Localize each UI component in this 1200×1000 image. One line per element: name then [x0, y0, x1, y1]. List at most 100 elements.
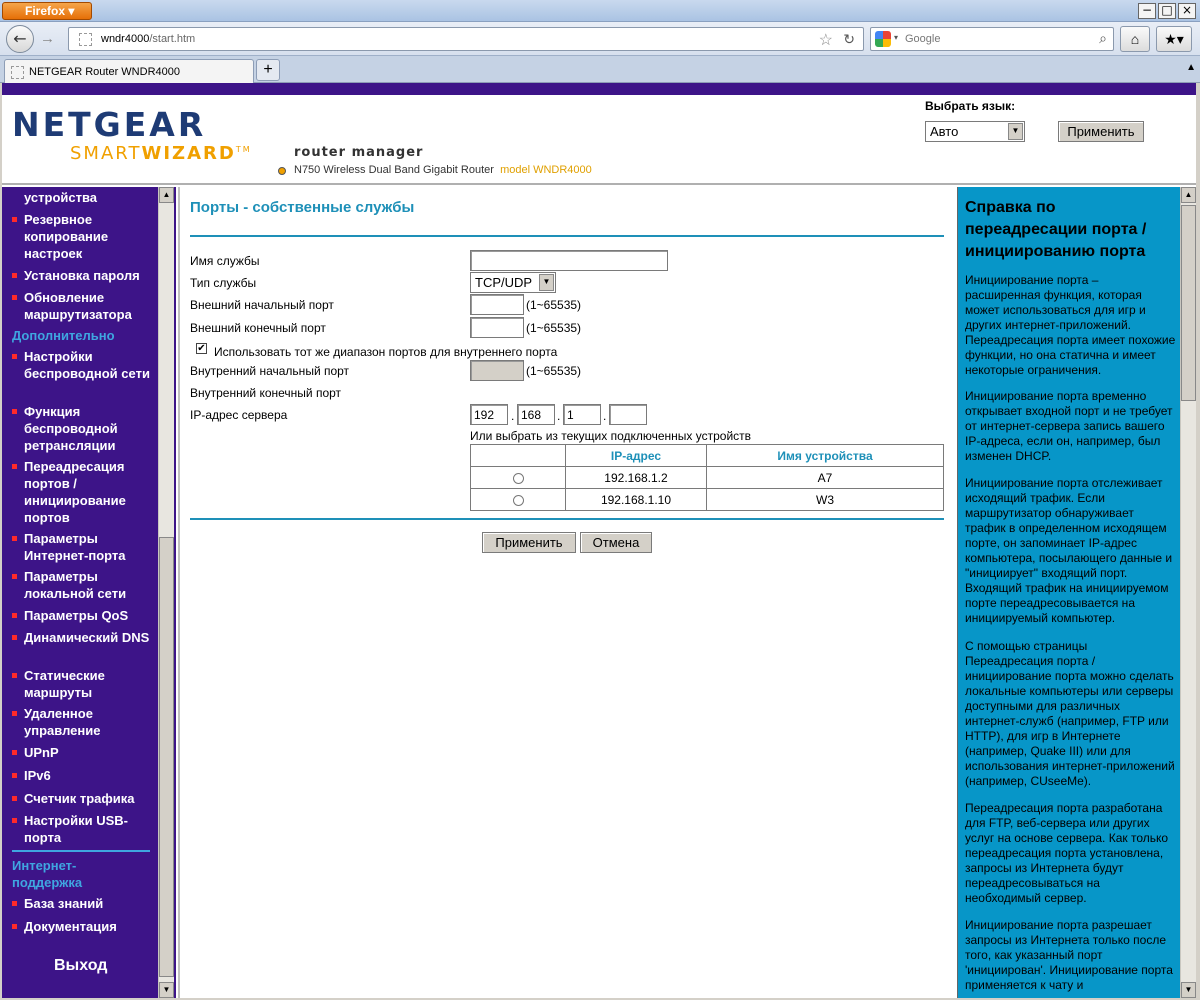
bullet-icon	[12, 574, 17, 579]
new-tab-button[interactable]: +	[256, 59, 280, 81]
sidebar-item-advanced-4[interactable]: Параметры локальной сети	[12, 568, 152, 602]
bullet-icon	[12, 354, 17, 359]
maximize-button[interactable]: □	[1158, 3, 1176, 19]
url-bar[interactable]: wndr4000/start.htm ☆ ↻	[68, 27, 864, 51]
logout-button[interactable]: Выход	[54, 957, 107, 975]
browser-window: Firefox ▾ − □ × ← → wndr4000/start.htm ☆…	[0, 0, 1200, 1000]
site-identity-icon[interactable]	[79, 33, 92, 46]
sidebar-item-1[interactable]: Резервное копирование настроек	[12, 211, 152, 262]
main-form: Порты - собственные службы Имя службы Ти…	[178, 187, 955, 998]
bullet-icon	[12, 773, 17, 778]
int-start-port-label: Внутренний начальный порт	[190, 364, 350, 378]
ip-octet-2-input[interactable]: 168	[517, 404, 555, 425]
sidebar-item-advanced-5[interactable]: Параметры QoS	[12, 607, 152, 624]
router-manager-label: router manager	[294, 145, 424, 160]
int-start-port-input	[470, 360, 524, 381]
device-name: W3	[706, 488, 944, 511]
scroll-up-icon[interactable]: ▲	[159, 187, 174, 203]
ext-end-port-input[interactable]	[470, 317, 524, 338]
netgear-logo: NETGEAR	[12, 105, 207, 144]
service-name-input[interactable]	[470, 250, 668, 271]
sidebar-section-support[interactable]: Интернет-поддержка	[12, 857, 102, 891]
forward-button[interactable]: →	[40, 30, 55, 47]
help-paragraph: С помощью страницы Переадресация порта /…	[965, 639, 1175, 788]
sidebar-scrollbar[interactable]: ▲ ▼	[158, 187, 174, 998]
sidebar-item-3[interactable]: Обновление маршрутизатора	[12, 289, 152, 323]
forward-arrow-icon: →	[40, 30, 55, 47]
help-paragraph: Инициирование порта – расширенная функци…	[965, 273, 1176, 377]
scroll-down-icon[interactable]: ▼	[159, 982, 174, 998]
cancel-button[interactable]: Отмена	[580, 532, 652, 553]
sidebar-item-label: Резервное копирование настроек	[24, 212, 109, 261]
ip-dot-2: .	[557, 409, 561, 423]
engine-dropdown-icon[interactable]: ▾	[894, 33, 898, 42]
tab-netgear[interactable]: NETGEAR Router WNDR4000	[4, 59, 254, 83]
device-ip: 192.168.1.2	[565, 466, 707, 489]
sidebar-item-support-0[interactable]: База знаний	[12, 895, 152, 912]
bullet-icon	[12, 613, 17, 618]
same-range-checkbox[interactable]: ✔	[196, 343, 207, 354]
smartwizard-logo: SMARTWIZARDTM	[70, 143, 252, 164]
sidebar-item-advanced-2[interactable]: Переадресация портов / инициирование пор…	[12, 458, 152, 526]
sidebar-item-label: Переадресация портов / инициирование пор…	[24, 459, 126, 525]
ip-octet-3-input[interactable]: 1	[563, 404, 601, 425]
sidebar-item-advanced-3[interactable]: Параметры Интернет-порта	[12, 530, 152, 564]
sidebar-item-advanced-12[interactable]: Настройки USB-порта	[12, 812, 152, 846]
service-type-select[interactable]: TCP/UDP ▼	[470, 272, 556, 293]
sidebar-item-advanced-0[interactable]: Настройки беспроводной сети	[12, 348, 152, 382]
table-header-row: IP-адрес Имя устройства	[470, 444, 944, 467]
language-apply-button[interactable]: Применить	[1058, 121, 1144, 142]
bookmarks-button[interactable]: ★▾	[1156, 26, 1192, 52]
ext-start-port-input[interactable]	[470, 294, 524, 315]
google-engine-icon[interactable]	[875, 31, 891, 47]
sidebar-item-advanced-8[interactable]: Удаленное управление	[12, 705, 152, 739]
sidebar-item-0[interactable]: устройства	[12, 189, 152, 206]
help-scrollbar[interactable]: ▲ ▼	[1180, 187, 1196, 998]
ip-octet-4-input[interactable]	[609, 404, 647, 425]
service-type-value: TCP/UDP	[475, 275, 533, 290]
help-scroll-thumb[interactable]	[1181, 205, 1196, 401]
firefox-menu-button[interactable]: Firefox ▾	[2, 2, 92, 20]
sidebar-item-advanced-6[interactable]: Динамический DNS	[12, 629, 152, 646]
chevron-down-icon: ▼	[539, 274, 554, 291]
sidebar-item-advanced-7[interactable]: Статические маршруты	[12, 667, 152, 701]
scroll-down-icon[interactable]: ▼	[1181, 982, 1196, 998]
sidebar-scroll-thumb[interactable]	[159, 537, 174, 977]
sidebar-item-advanced-1[interactable]: Функция беспроводной ретрансляции	[12, 403, 152, 454]
sidebar-item-support-1[interactable]: Документация	[12, 918, 152, 935]
sidebar-item-advanced-9[interactable]: UPnP	[12, 744, 152, 761]
sidebar-item-label: Параметры локальной сети	[24, 569, 127, 601]
device-radio-2[interactable]	[512, 494, 524, 506]
sidebar-item-label: Счетчик трафика	[24, 791, 135, 806]
sidebar-item-advanced-10[interactable]: IPv6	[12, 767, 152, 784]
sidebar-item-2[interactable]: Установка пароля	[12, 267, 152, 284]
language-select[interactable]: Авто ▼	[925, 121, 1025, 142]
minimize-button[interactable]: −	[1138, 3, 1156, 19]
search-icon[interactable]: ⌕	[1099, 30, 1107, 47]
logo-dot-icon	[278, 167, 286, 175]
language-value: Авто	[930, 124, 959, 139]
sidebar-item-label: Удаленное управление	[24, 706, 101, 738]
device-radio-1[interactable]	[512, 472, 524, 484]
page-title: Порты - собственные службы	[190, 199, 415, 216]
sidebar-item-advanced-11[interactable]: Счетчик трафика	[12, 790, 152, 807]
model-line: N750 Wireless Dual Band Gigabit Router m…	[294, 164, 592, 176]
back-button[interactable]: ←	[6, 25, 34, 53]
tab-scroll-up-icon[interactable]: ▲	[1186, 62, 1196, 73]
int-end-port-label: Внутренний конечный порт	[190, 386, 342, 400]
bullet-icon	[12, 536, 17, 541]
ext-end-range-hint: (1~65535)	[526, 321, 582, 335]
bookmark-star-icon[interactable]: ☆	[819, 30, 833, 50]
search-bar[interactable]: ▾ Google ⌕	[870, 27, 1114, 51]
tab-title: NETGEAR Router WNDR4000	[29, 66, 180, 78]
ip-octet-1-input[interactable]: 192	[470, 404, 508, 425]
sidebar-item-label: Динамический DNS	[24, 630, 150, 645]
reload-icon[interactable]: ↻	[843, 31, 855, 48]
scroll-up-icon[interactable]: ▲	[1181, 187, 1196, 203]
home-button[interactable]: ⌂	[1120, 26, 1150, 52]
page-content: NETGEAR SMARTWIZARDTM router manager N75…	[2, 83, 1196, 998]
close-window-button[interactable]: ×	[1178, 3, 1196, 19]
sidebar-section-advanced[interactable]: Дополнительно	[12, 327, 115, 344]
apply-button[interactable]: Применить	[482, 532, 576, 553]
sidebar-menu: ▲ ▼ устройства Резервное копирование наст…	[2, 187, 176, 998]
